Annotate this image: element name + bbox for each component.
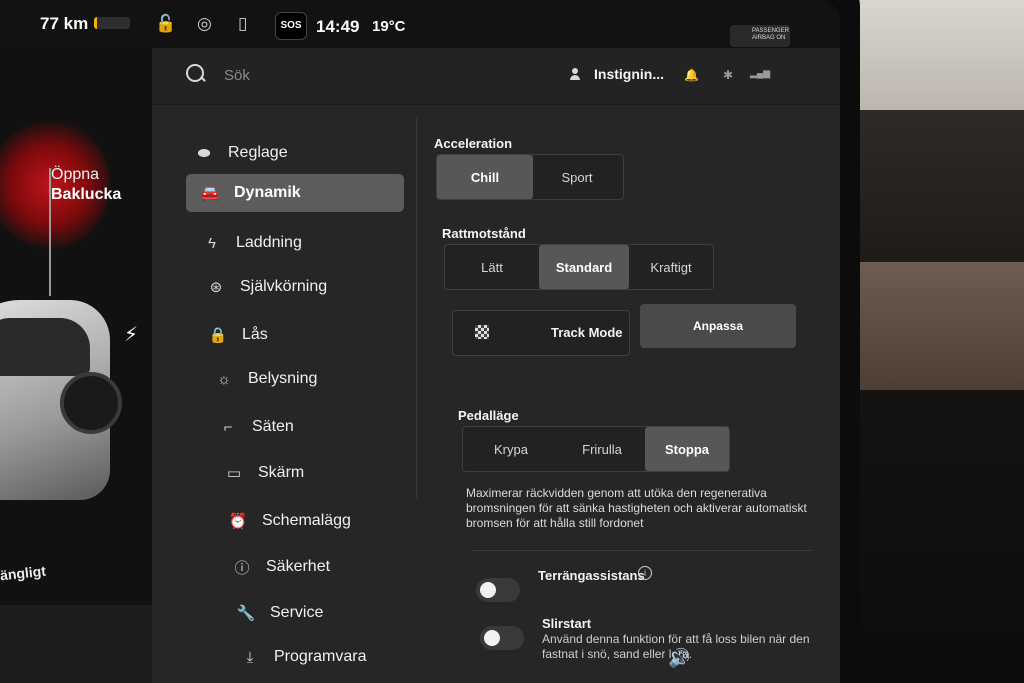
pedal-roll-button[interactable]: Frirulla (559, 427, 645, 471)
light-icon: ☼ (217, 370, 231, 388)
settings-panel: Instignin... 🔔 ✱ ▂▄▆ ⬬ Reglage 🚘 Dynamik… (152, 48, 840, 683)
terrain-assist-toggle[interactable] (476, 578, 520, 602)
sidebar-item-label: Säkerhet (266, 558, 331, 575)
slip-start-label: Slirstart (542, 616, 592, 631)
sidebar-item-sjalvkorning[interactable]: ⊛ Självkörning (192, 268, 410, 306)
car-visualization-panel: Öppna Baklucka ⚡ ängligt (0, 0, 152, 683)
range-readout: 77 km (40, 14, 89, 33)
pedal-hold-button[interactable]: Stoppa (645, 427, 729, 471)
phone-key-icon[interactable]: ▯ (238, 14, 247, 34)
sidebar-item-service[interactable]: 🔧 Service (222, 594, 440, 632)
pedal-creep-button[interactable]: Krypa (463, 427, 559, 471)
sidebar-item-las[interactable]: 🔒 Lås (194, 316, 412, 354)
battery-level (94, 17, 97, 29)
battery-icon (94, 17, 130, 29)
steering-standard-button[interactable]: Standard (539, 245, 629, 289)
sidebar-item-sakerhet[interactable]: ⓘ Säkerhet (218, 548, 436, 586)
car-icon: 🚘 (200, 185, 220, 202)
sidebar-item-label: Service (270, 604, 324, 621)
search-icon[interactable] (186, 64, 204, 82)
sidebar-item-label: Dynamik (234, 184, 301, 201)
open-trunk-label[interactable]: Öppna (51, 166, 99, 184)
clock: 14:49 (316, 17, 360, 36)
charge-port-bolt-icon[interactable]: ⚡ (124, 322, 138, 347)
terrain-assist-label: Terrängassistans (538, 568, 645, 583)
sidebar-item-programvara[interactable]: ⤓ Programvara (226, 638, 444, 676)
touchscreen: Öppna Baklucka ⚡ ängligt 77 km 🔓 ◎ ▯ SOS… (0, 0, 840, 683)
acceleration-title: Acceleration (434, 136, 513, 151)
bluetooth-icon[interactable]: ✱ (723, 68, 733, 82)
sidebar-item-reglage[interactable]: ⬬ Reglage (180, 134, 398, 172)
user-profile-name[interactable]: Instignin... (594, 66, 664, 82)
steering-light-button[interactable]: Lätt (445, 245, 539, 289)
wrench-icon: 🔧 (236, 605, 256, 622)
sidebar-item-label: Reglage (228, 144, 288, 161)
scene: Öppna Baklucka ⚡ ängligt 77 km 🔓 ◎ ▯ SOS… (0, 0, 1024, 683)
taillight-glow (0, 120, 110, 250)
sidebar-item-laddning[interactable]: ϟ Laddning (188, 224, 406, 262)
sidebar-item-dynamik[interactable]: 🚘 Dynamik (186, 174, 404, 212)
nav-divider (416, 118, 417, 498)
search-input[interactable] (222, 64, 426, 86)
car-window (0, 318, 90, 376)
sidebar-item-belysning[interactable]: ☼ Belysning (200, 360, 418, 398)
sidebar-item-label: Självkörning (240, 278, 328, 295)
lte-signal-icon: ▂▄▆ (750, 68, 771, 78)
acceleration-selector: Chill Sport (436, 154, 624, 200)
slip-start-toggle[interactable] (480, 626, 524, 650)
download-icon: ⤓ (246, 648, 254, 666)
sidebar-item-label: Lås (242, 326, 268, 343)
steering-heavy-button[interactable]: Kraftigt (629, 245, 713, 289)
steering-title: Rattmotstånd (442, 226, 526, 241)
steering-wheel-icon: ⊛ (209, 279, 223, 296)
status-bar: 77 km 🔓 ◎ ▯ SOS 14:49 19°C PASSENGER AIR… (0, 0, 840, 48)
customize-button[interactable]: Anpassa (640, 304, 796, 348)
sidebar-item-schemalagg[interactable]: ⏰ Schemalägg (214, 502, 432, 540)
sidebar-item-label: Schemalägg (262, 512, 351, 529)
bolt-icon: ϟ (208, 234, 216, 252)
settings-topbar: Instignin... 🔔 ✱ ▂▄▆ (152, 48, 840, 105)
lock-icon: 🔒 (208, 327, 228, 344)
pedal-mode-description: Maximerar räckvidden genom att utöka den… (466, 486, 807, 530)
trunk-label[interactable]: Baklucka (51, 186, 121, 204)
acceleration-chill-button[interactable]: Chill (437, 155, 533, 199)
toggle-icon: ⬬ (197, 144, 211, 162)
pedal-mode-selector: Krypa Frirulla Stoppa (462, 426, 730, 472)
bell-icon[interactable]: 🔔 (684, 68, 699, 82)
sidebar-item-label: Belysning (248, 370, 318, 387)
alarm-clock-icon: ⏰ (228, 513, 248, 530)
info-icon[interactable]: i (638, 566, 652, 580)
sidebar-item-label: Skärm (258, 464, 305, 481)
dynamics-settings: Acceleration Chill Sport Rattmotstånd Lä… (434, 130, 834, 680)
lock-open-icon[interactable]: 🔓 (155, 14, 176, 34)
car-wheel (60, 372, 122, 434)
passenger-airbag-indicator: PASSENGER AIRBAG ON (730, 25, 790, 47)
checkered-flag-icon (475, 325, 489, 339)
acceleration-sport-button[interactable]: Sport (533, 155, 621, 199)
sidebar-item-label: Laddning (236, 234, 302, 251)
seat-icon: ⌐ (223, 418, 233, 436)
section-divider (472, 550, 812, 551)
volume-icon[interactable]: 🔊 (668, 648, 690, 669)
user-icon[interactable] (570, 68, 580, 80)
settings-nav: ⬬ Reglage 🚘 Dynamik ϟ Laddning ⊛ Självkö… (180, 122, 410, 682)
track-mode-toggle[interactable]: Track Mode (452, 310, 630, 356)
steering-selector: Lätt Standard Kraftigt (444, 244, 714, 290)
track-mode-label: Track Mode (551, 325, 623, 340)
sidebar-item-skarm[interactable]: ▭ Skärm (210, 454, 428, 492)
sos-button[interactable]: SOS (275, 12, 307, 40)
sidebar-item-label: Programvara (274, 648, 367, 665)
outside-temperature: 19°C (372, 18, 406, 35)
car-status-text: ängligt (0, 562, 47, 584)
display-icon: ▭ (226, 465, 242, 482)
sentry-icon[interactable]: ◎ (197, 14, 212, 34)
alert-circle-icon: ⓘ (234, 559, 250, 577)
sidebar-item-saten[interactable]: ⌐ Säten (204, 408, 422, 446)
pedal-mode-title: Pedalläge (458, 408, 519, 423)
sidebar-item-label: Säten (252, 418, 294, 435)
